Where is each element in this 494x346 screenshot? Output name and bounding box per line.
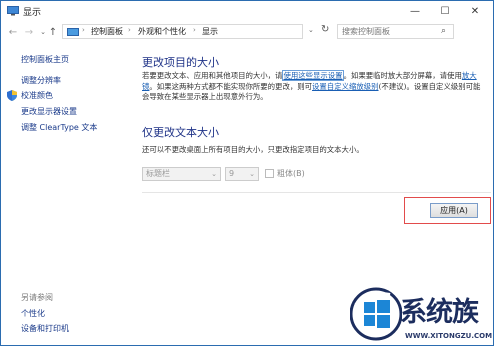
item-size-description: 若要更改文本、应用和其他项目的大小，请使用这些显示设置。如果要临时放大部分屏幕，… [142,70,487,103]
watermark: 系统族 WWW.XITONGZU.COM [347,282,493,345]
display-icon [7,6,19,16]
text-size-description: 还可以不更改桌面上所有项目的大小，只更改指定项目的文本大小。 [142,145,364,154]
desc-text: 。如果要临时放大部分屏幕，请使用 [343,71,462,80]
section-title-text-size: 仅更改文本大小 [142,126,219,139]
font-size-value: 9 [229,169,235,178]
custom-scaling-link[interactable]: 设置自定义缩放级别 [312,82,379,91]
desc-text: 。如果这两种方式都不能实现你所要的更改，则可 [149,81,313,91]
apply-button[interactable]: 应用(A) [430,203,478,218]
up-button[interactable]: ↑ [47,25,59,39]
sidebar-home-link[interactable]: 控制面板主页 [21,54,69,65]
sidebar-item-devices-printers[interactable]: 设备和打印机 [21,323,69,334]
sidebar-item-display-settings[interactable]: 更改显示器设置 [21,106,77,117]
sidebar-item-calibrate[interactable]: 校准颜色 [21,90,53,101]
search-box[interactable]: 搜索控制面板 ⌕ [337,24,454,39]
minimize-button[interactable]: — [401,1,429,21]
desc-text: 若要更改文本、应用和其他项目的大小，请 [142,71,283,80]
breadcrumb-display[interactable]: 显示 [202,26,218,37]
breadcrumb-separator: › [82,26,85,34]
sidebar: 控制面板主页 调整分辨率 校准颜色 更改显示器设置 调整 ClearType 文… [1,42,119,345]
forward-button[interactable]: → [23,25,35,39]
divider [142,192,491,193]
bold-checkbox[interactable] [265,169,274,178]
watermark-url: WWW.XITONGZU.COM [405,332,493,340]
watermark-brand: 系统族 [400,297,479,328]
breadcrumb-separator: › [128,26,131,34]
chevron-down-icon: ⌄ [211,170,217,178]
control-panel-icon [67,28,79,36]
breadcrumb-appearance[interactable]: 外观和个性化 [138,26,186,37]
breadcrumb-separator: › [193,26,196,34]
see-also-heading: 另请参阅 [21,293,53,302]
sidebar-item-resolution[interactable]: 调整分辨率 [21,75,61,86]
window-title: 显示 [23,8,42,18]
section-title-item-size: 更改项目的大小 [142,56,219,69]
close-button[interactable]: ✕ [461,1,489,21]
back-button[interactable]: ← [7,25,19,39]
display-window: 显示 — ☐ ✕ ← → ⌄ ↑ › 控制面板 › 外观和个性化 › 显示 ⌄ … [0,0,494,346]
address-dropdown-icon[interactable]: ⌄ [308,26,314,34]
item-select-value: 标题栏 [146,169,170,178]
search-icon[interactable]: ⌕ [441,26,446,36]
sidebar-item-cleartype[interactable]: 调整 ClearType 文本 [21,122,97,133]
item-select[interactable]: 标题栏 ⌄ [142,167,221,181]
bold-checkbox-label: 粗体(B) [277,169,305,178]
address-bar[interactable]: › 控制面板 › 外观和个性化 › 显示 [62,24,303,39]
display-settings-link[interactable]: 使用这些显示设置 [282,70,344,81]
sidebar-item-personalization[interactable]: 个性化 [21,308,45,319]
chevron-down-icon: ⌄ [249,170,255,178]
font-size-select[interactable]: 9 ⌄ [225,167,259,181]
windows-logo-watermark [350,287,402,341]
breadcrumb-control-panel[interactable]: 控制面板 [91,26,123,37]
refresh-icon[interactable]: ↻ [321,24,329,35]
shield-icon [7,90,17,101]
maximize-button[interactable]: ☐ [431,1,459,21]
navigation-bar: ← → ⌄ ↑ › 控制面板 › 外观和个性化 › 显示 ⌄ ↻ 搜索控制面板 … [1,22,493,42]
title-bar: 显示 — ☐ ✕ [1,1,493,22]
search-input[interactable]: 搜索控制面板 [342,26,390,37]
